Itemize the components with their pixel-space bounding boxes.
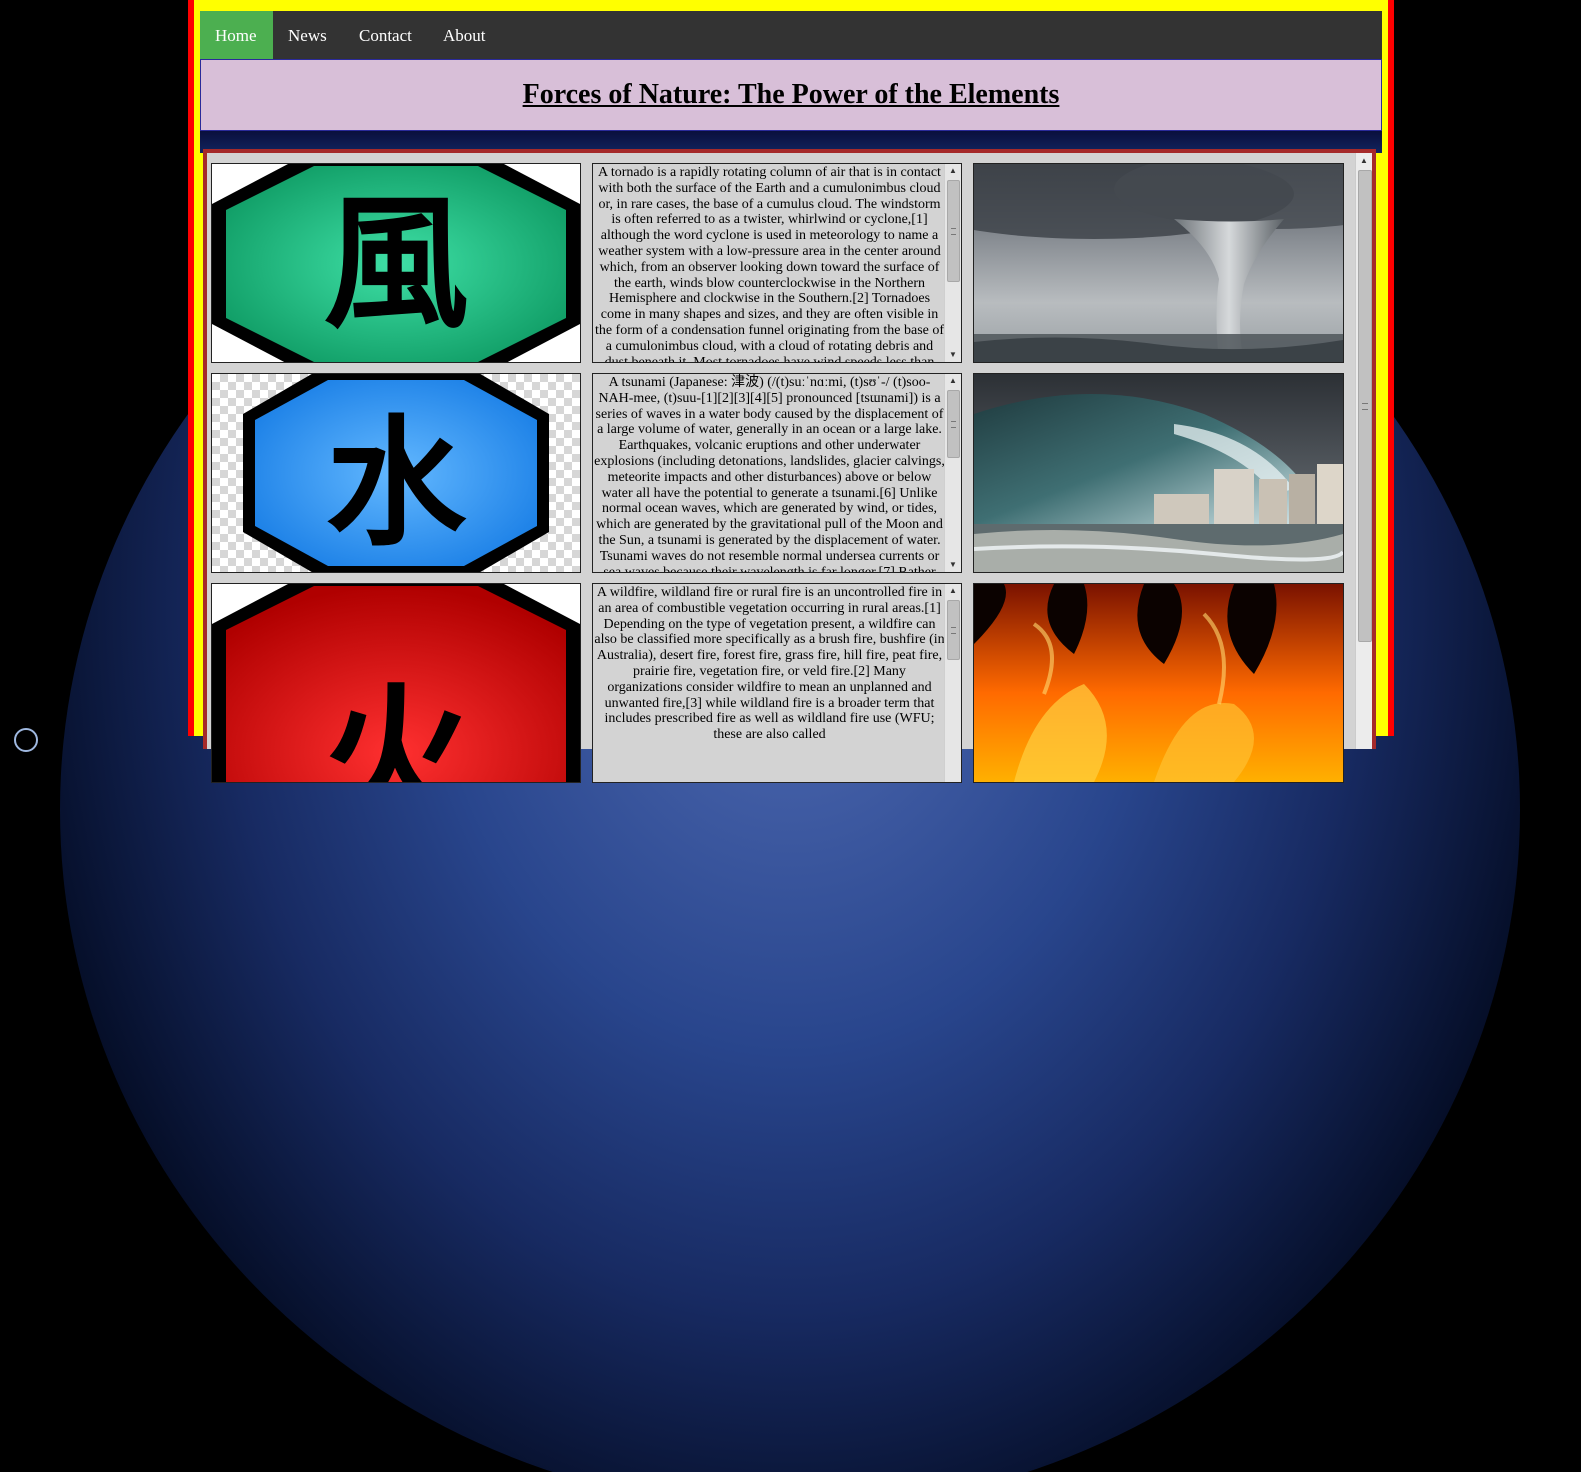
corner-circle-icon: [14, 728, 38, 752]
fire-icon-cell: 火: [211, 583, 581, 783]
scroll-down-icon[interactable]: ▼: [945, 348, 961, 362]
page-header: Forces of Nature: The Power of the Eleme…: [200, 59, 1382, 131]
elements-table[interactable]: 風 A tornado is a rapidly rotating column…: [203, 149, 1376, 783]
nav-item-news[interactable]: News: [273, 11, 342, 59]
nav-item-home[interactable]: Home: [200, 11, 273, 59]
svg-text:水: 水: [326, 403, 467, 566]
page-container: Home News Contact About Forces of Nature…: [200, 11, 1382, 783]
nav-item-contact[interactable]: Contact: [344, 11, 427, 59]
wind-text: A tornado is a rapidly rotating column o…: [594, 165, 945, 362]
fire-text: A wildfire, wildland fire or rural fire …: [594, 585, 945, 743]
scroll-down-icon[interactable]: ▼: [945, 558, 961, 572]
scroll-thumb[interactable]: [947, 390, 960, 458]
scroll-thumb[interactable]: [1358, 170, 1372, 642]
table-row: 風 A tornado is a rapidly rotating column…: [211, 163, 1344, 363]
page-title: Forces of Nature: The Power of the Eleme…: [522, 79, 1060, 110]
fire-kanji-badge-icon: 火: [212, 584, 580, 782]
water-icon-cell: 水: [211, 373, 581, 573]
water-description[interactable]: A tsunami (Japanese: 津波) (/(t)suːˈnɑːmi,…: [592, 373, 962, 573]
wind-icon-cell: 風: [211, 163, 581, 363]
wind-description[interactable]: A tornado is a rapidly rotating column o…: [592, 163, 962, 363]
water-text: A tsunami (Japanese: 津波) (/(t)suːˈnɑːmi,…: [594, 375, 945, 572]
table-row: 水 A tsunami (Japanese: 津波) (/(t)suːˈnɑːm…: [211, 373, 1344, 573]
scroll-thumb[interactable]: [947, 180, 960, 282]
scroll-up-icon[interactable]: ▲: [1356, 153, 1372, 169]
top-nav: Home News Contact About: [200, 11, 1382, 59]
wind-text-scrollbar[interactable]: ▲ ▼: [944, 164, 961, 362]
water-text-scrollbar[interactable]: ▲ ▼: [944, 374, 961, 572]
scroll-thumb[interactable]: [947, 600, 960, 660]
fire-text-scrollbar[interactable]: ▲: [944, 584, 961, 782]
svg-text:火: 火: [321, 671, 471, 782]
svg-text:風: 風: [324, 180, 469, 349]
water-kanji-badge-icon: 水: [243, 374, 549, 572]
tsunami-photo: [973, 373, 1344, 573]
wind-kanji-badge-icon: 風: [212, 164, 580, 362]
scroll-up-icon[interactable]: ▲: [945, 374, 961, 388]
scroll-up-icon[interactable]: ▲: [945, 164, 961, 178]
fire-photo: [973, 583, 1344, 783]
content-scrollbar[interactable]: ▲: [1355, 153, 1372, 749]
table-row: 火 A wildfire, wildland fire or rural fir…: [211, 583, 1344, 783]
fire-description[interactable]: A wildfire, wildland fire or rural fire …: [592, 583, 962, 783]
tornado-photo: [973, 163, 1344, 363]
nav-item-about[interactable]: About: [428, 11, 501, 59]
scroll-up-icon[interactable]: ▲: [945, 584, 961, 598]
